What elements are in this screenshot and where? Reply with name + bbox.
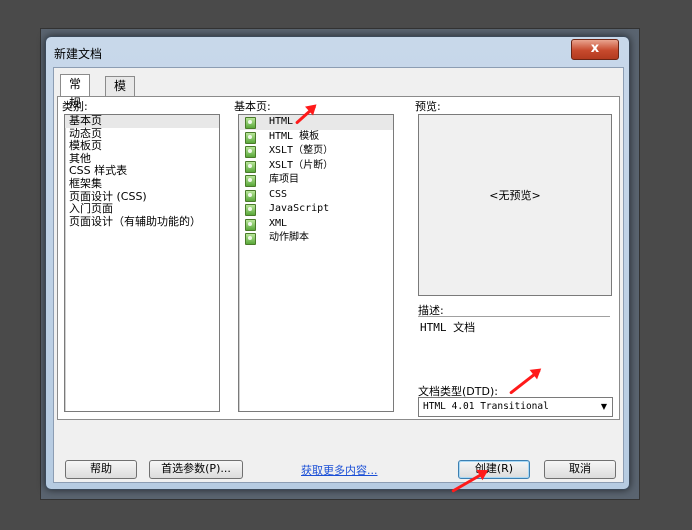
preferences-button[interactable]: 首选参数(P)... (149, 460, 243, 479)
list-item[interactable]: JavaScript (239, 202, 393, 217)
list-item[interactable]: XSLT（片断） (239, 159, 393, 174)
preview-label: 预览: (415, 100, 441, 113)
list-item[interactable]: 框架集 (65, 177, 219, 191)
list-item[interactable]: 入门页面 (65, 203, 219, 216)
description-text: HTML 文档 (420, 321, 476, 334)
dialog-client-area: 常规 模板 类别: 基本页 动态页 模板页 其他 CSS 样式表 框架集 页面设… (53, 67, 624, 483)
file-icon (245, 175, 256, 187)
list-item[interactable]: CSS (239, 188, 393, 203)
close-button[interactable]: x (571, 39, 619, 60)
dialog-title: 新建文档 (54, 47, 103, 61)
file-icon (245, 117, 256, 129)
new-document-dialog: 新建文档 x 常规 模板 类别: 基本页 动态页 模板页 其他 CSS 样式表 … (45, 36, 630, 490)
basic-page-list[interactable]: HTML HTML 模板 XSLT（整页） XSLT（片断） 库项目 CSS J… (238, 114, 394, 412)
file-icon (245, 131, 256, 144)
file-icon (245, 218, 256, 231)
list-item[interactable]: 模板页 (65, 140, 219, 153)
description-box: HTML 文档 (418, 316, 610, 375)
list-item[interactable]: HTML 模板 (239, 130, 393, 145)
file-icon (245, 204, 256, 216)
get-more-link[interactable]: 获取更多内容... (301, 462, 378, 478)
cancel-button[interactable]: 取消 (544, 460, 616, 479)
file-icon (245, 146, 256, 158)
close-icon: x (590, 41, 600, 56)
doctype-select[interactable]: HTML 4.01 Transitional ▼ (418, 397, 613, 417)
chevron-down-icon: ▼ (600, 402, 607, 411)
list-item[interactable]: XML (239, 217, 393, 232)
file-icon (245, 189, 256, 202)
list-item[interactable]: HTML (239, 115, 393, 130)
category-list[interactable]: 基本页 动态页 模板页 其他 CSS 样式表 框架集 页面设计 (CSS) 入门… (64, 114, 220, 412)
preview-placeholder: <无预览> (489, 189, 541, 202)
list-item[interactable]: XSLT（整页） (239, 144, 393, 159)
title-bar[interactable]: 新建文档 x (46, 37, 629, 67)
file-icon (245, 160, 256, 173)
tab-templates[interactable]: 模板 (105, 76, 136, 112)
basic-page-label: 基本页: (234, 100, 271, 113)
list-item[interactable]: 动作脚本 (239, 231, 393, 246)
list-item[interactable]: 页面设计（有辅助功能的） (65, 215, 219, 229)
tab-general[interactable]: 常规 (60, 74, 91, 110)
create-button[interactable]: 创建(R) (458, 460, 530, 479)
preview-pane: <无预览> (418, 114, 612, 296)
doctype-value: HTML 4.01 Transitional (423, 401, 549, 412)
help-button[interactable]: 帮助 (65, 460, 137, 479)
list-item[interactable]: 基本页 (65, 115, 219, 128)
list-item[interactable]: 库项目 (239, 173, 393, 188)
file-icon (245, 233, 256, 245)
